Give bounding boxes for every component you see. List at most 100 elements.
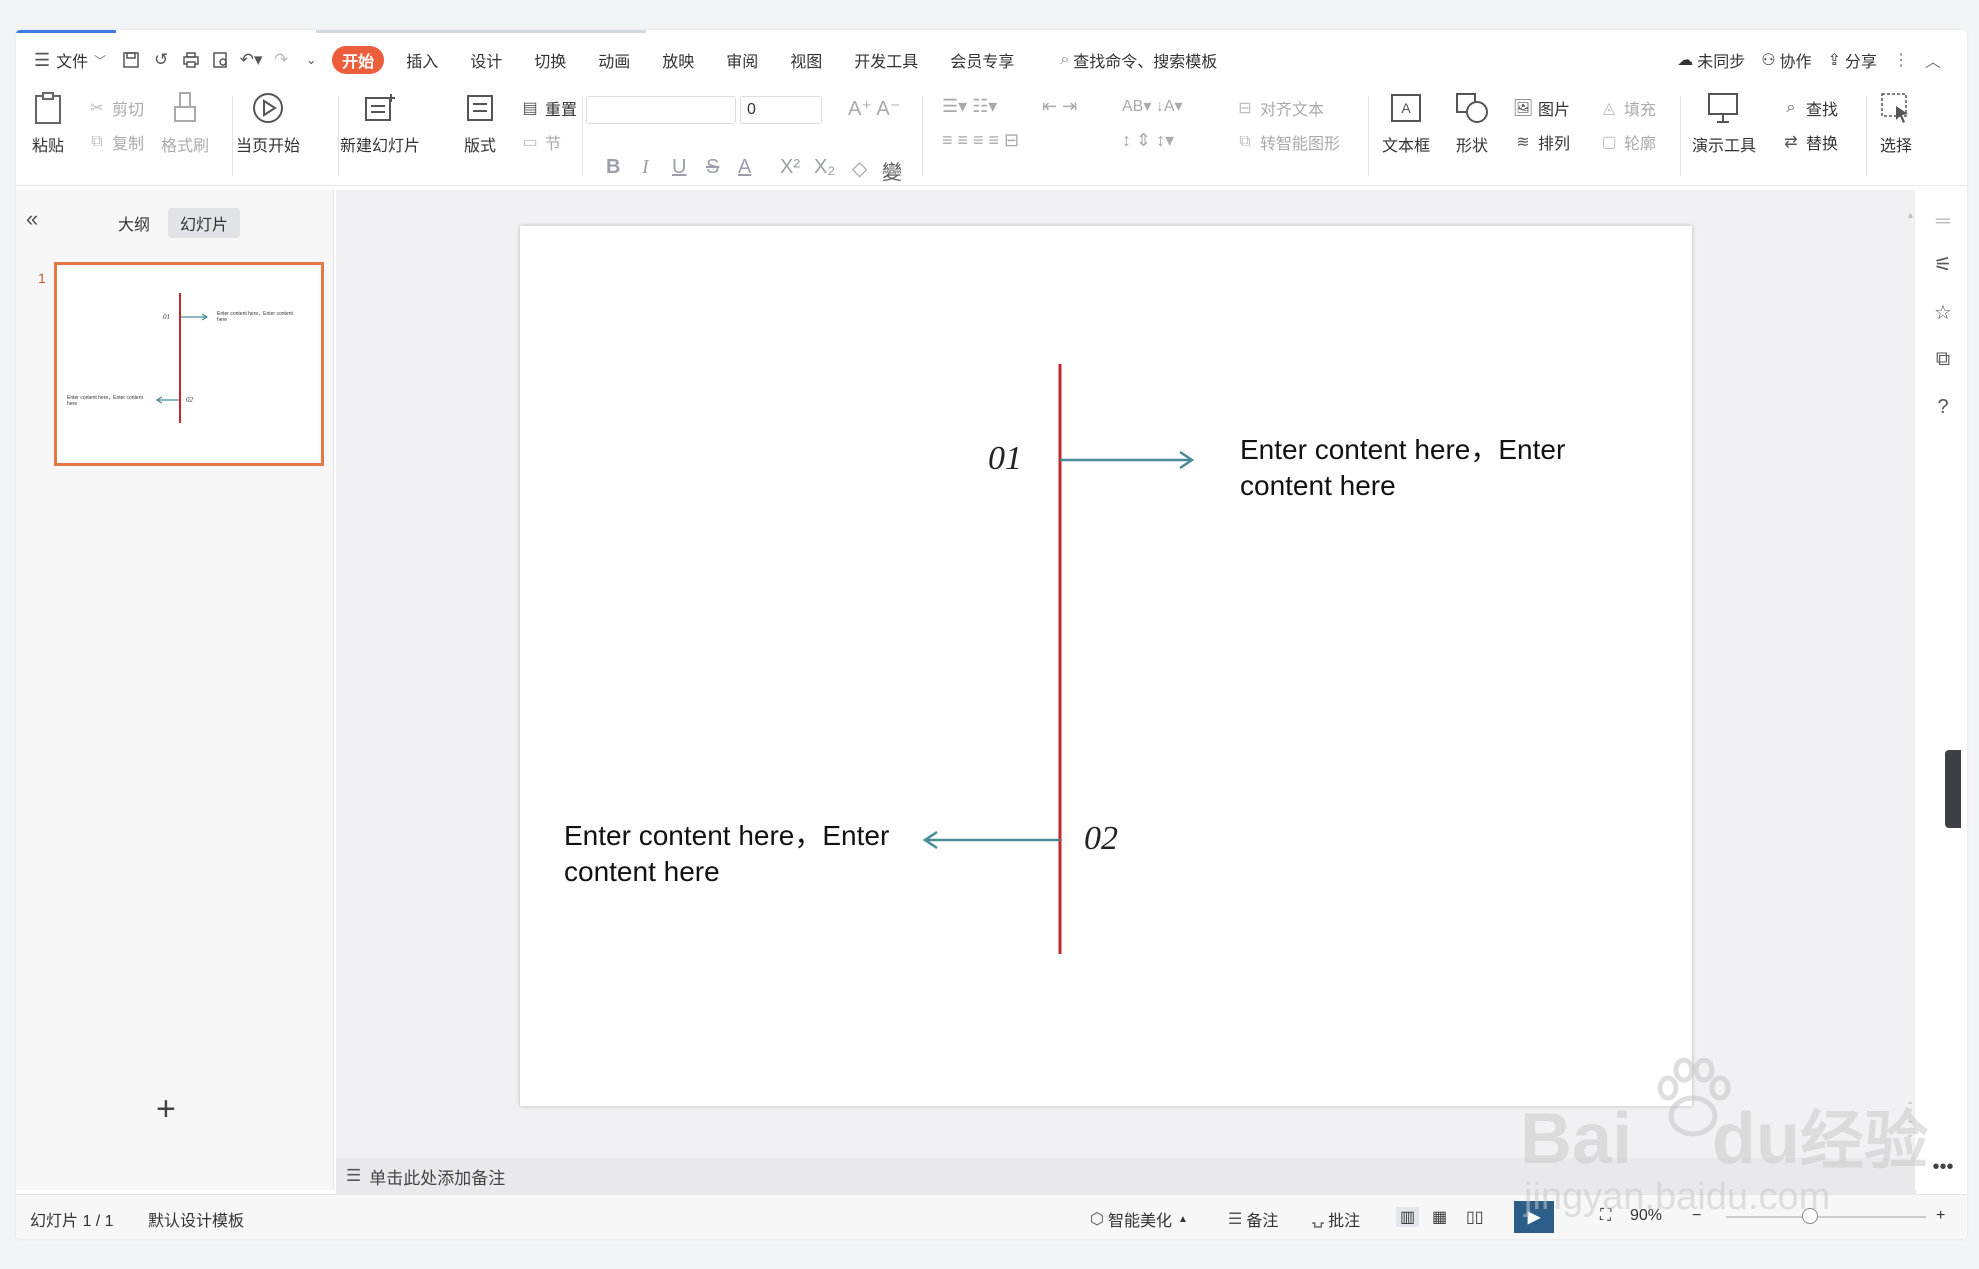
font-color-icon[interactable]: A bbox=[738, 156, 751, 179]
subscript-icon[interactable]: X₂ bbox=[814, 156, 835, 179]
tab-animations[interactable]: 动画 bbox=[588, 46, 640, 74]
slide-thumbnail[interactable]: 01 02 Enter content here，Enter content h… bbox=[54, 262, 324, 466]
layout-button[interactable]: 版式 bbox=[462, 90, 498, 156]
replace-button[interactable]: ⇄ 替换 bbox=[1780, 130, 1838, 154]
content-text-1[interactable]: Enter content here，Enter content here bbox=[1240, 432, 1565, 504]
print-preview-icon[interactable] bbox=[206, 46, 236, 74]
tab-member[interactable]: 会员专享 bbox=[940, 46, 1024, 74]
underline-icon[interactable]: U bbox=[672, 156, 686, 179]
font-size-select[interactable]: 0 bbox=[740, 96, 822, 124]
help-icon[interactable]: ? bbox=[1931, 396, 1955, 420]
comment-icon: ⍽ bbox=[1312, 1211, 1325, 1228]
tab-developer[interactable]: 开发工具 bbox=[844, 46, 928, 74]
template-name[interactable]: 默认设计模板 bbox=[148, 1207, 244, 1231]
sync-status-button[interactable]: ☁ 未同步 bbox=[1669, 46, 1753, 74]
content-text-2[interactable]: Enter content here，Enter content here bbox=[564, 818, 889, 890]
tab-slides[interactable]: 幻灯片 bbox=[168, 208, 241, 238]
search-icon: ⌕ bbox=[1060, 51, 1070, 68]
strikethrough-icon[interactable]: S bbox=[706, 156, 719, 179]
grid-view-icon[interactable]: ▦ bbox=[1432, 1207, 1447, 1227]
layers-icon: ≋ bbox=[1516, 134, 1530, 151]
slide-graphics bbox=[922, 364, 1195, 954]
slide[interactable]: 01 02 Enter content here，Enter content h… bbox=[520, 226, 1692, 1106]
scroll-up-icon[interactable]: ▴ bbox=[1908, 210, 1913, 221]
tab-view[interactable]: 视图 bbox=[780, 46, 832, 74]
tab-insert[interactable]: 插入 bbox=[396, 46, 448, 74]
comment-toggle[interactable]: ⍽ 批注 bbox=[1312, 1207, 1360, 1231]
undo-icon[interactable]: ↶▾ bbox=[236, 46, 266, 74]
find-button[interactable]: ⌕ 查找 bbox=[1780, 96, 1839, 120]
collapse-ribbon-icon[interactable]: ︿ bbox=[1917, 46, 1949, 74]
shape-button[interactable]: 形状 bbox=[1454, 90, 1490, 156]
zoom-in-icon[interactable]: + bbox=[1936, 1207, 1945, 1225]
command-search[interactable]: ⌕ 查找命令、搜索模板 bbox=[1050, 46, 1227, 74]
normal-view-icon[interactable]: ▥ bbox=[1396, 1207, 1420, 1227]
smart-shape-button[interactable]: ⧉ 转智能图形 bbox=[1234, 130, 1340, 154]
tab-outline[interactable]: 大纲 bbox=[106, 208, 162, 238]
smart-beautify-button[interactable]: ⬡ 智能美化 ▲ bbox=[1090, 1207, 1188, 1231]
phonetic-icon[interactable]: 變 bbox=[882, 156, 902, 185]
paste-button[interactable]: 粘贴 bbox=[30, 90, 66, 156]
thumb-num1: 01 bbox=[163, 313, 170, 321]
superscript-icon[interactable]: X² bbox=[780, 156, 800, 179]
customize-icon[interactable]: ⌄ bbox=[296, 46, 326, 74]
milestone-number-1[interactable]: 01 bbox=[988, 440, 1022, 478]
presentation-tools-button[interactable]: 演示工具 bbox=[1692, 90, 1756, 156]
tab-home[interactable]: 开始 bbox=[332, 46, 385, 74]
outline-icon: ▢ bbox=[1601, 134, 1617, 151]
grow-font-icon[interactable]: A⁺ A⁻ bbox=[848, 96, 900, 121]
clear-format-icon[interactable]: ◇ bbox=[852, 156, 867, 181]
play-icon bbox=[250, 90, 286, 126]
star-icon[interactable]: ☆ bbox=[1931, 300, 1955, 324]
italic-icon[interactable]: I bbox=[642, 156, 649, 179]
print-icon[interactable] bbox=[176, 46, 206, 74]
cut-button[interactable]: ✂ 剪切 bbox=[86, 96, 144, 120]
fill-button[interactable]: ◬ 填充 bbox=[1598, 96, 1656, 120]
textbox-button[interactable]: A 文本框 bbox=[1382, 90, 1430, 156]
tab-slideshow[interactable]: 放映 bbox=[652, 46, 704, 74]
more-menu-icon[interactable]: ⋮ bbox=[1885, 46, 1917, 74]
side-widget[interactable] bbox=[1945, 750, 1961, 828]
share-button[interactable]: ⇪ 分享 bbox=[1820, 46, 1885, 74]
more-options-icon[interactable]: ••• bbox=[1931, 1156, 1955, 1180]
collaborate-button[interactable]: ⚇ 协作 bbox=[1753, 46, 1819, 74]
select-button[interactable]: 选择 bbox=[1878, 90, 1914, 156]
copy-button[interactable]: ⧉ 复制 bbox=[86, 130, 144, 154]
add-slide-icon[interactable]: + bbox=[156, 1090, 176, 1129]
indent-icon[interactable]: ⇤ ⇥ bbox=[1042, 96, 1077, 117]
reading-view-icon[interactable]: ▯▯ bbox=[1466, 1207, 1484, 1227]
tab-review[interactable]: 审阅 bbox=[716, 46, 768, 74]
arrange-button[interactable]: ≋ 排列 bbox=[1512, 130, 1570, 154]
bullets-icon[interactable]: ☰▾ ☷▾ bbox=[942, 96, 997, 117]
play-from-current-button[interactable]: 当页开始 bbox=[236, 90, 300, 156]
format-painter-button[interactable]: 格式刷 bbox=[161, 90, 209, 156]
new-slide-button[interactable]: 新建幻灯片 bbox=[340, 90, 420, 156]
tab-design[interactable]: 设计 bbox=[460, 46, 512, 74]
transition-icon[interactable]: ⧉ bbox=[1931, 348, 1955, 372]
ribbon-divider bbox=[922, 96, 923, 176]
drag-handle-icon[interactable]: ═ bbox=[1931, 210, 1955, 234]
align-text-label: 对齐文本 bbox=[1260, 102, 1325, 119]
outline-button[interactable]: ▢ 轮廓 bbox=[1598, 130, 1656, 154]
layout-label: 版式 bbox=[463, 138, 496, 155]
line-spacing-icon[interactable]: ↕ ⇕ ↕▾ bbox=[1122, 130, 1174, 151]
watermark-bai: Bai bbox=[1520, 1099, 1633, 1179]
tab-transitions[interactable]: 切换 bbox=[524, 46, 576, 74]
milestone-number-2[interactable]: 02 bbox=[1084, 820, 1118, 858]
align-icons[interactable]: ≡ ≡ ≡ ≡ ⊟ bbox=[942, 130, 1019, 151]
present-tools-label: 演示工具 bbox=[1692, 138, 1757, 155]
text-direction-icon[interactable]: AB▾ ↓A▾ bbox=[1122, 96, 1183, 116]
picture-button[interactable]: 🖼 图片 bbox=[1512, 96, 1570, 120]
redo-icon[interactable]: ↷ bbox=[266, 46, 296, 74]
font-family-select[interactable] bbox=[586, 96, 736, 124]
bold-icon[interactable]: B bbox=[606, 156, 620, 179]
save-icon[interactable] bbox=[116, 46, 146, 74]
export-icon[interactable]: ↺ bbox=[146, 46, 176, 74]
properties-icon[interactable]: ⚟ bbox=[1931, 252, 1955, 276]
collapse-panel-icon[interactable]: « bbox=[26, 206, 38, 232]
section-button[interactable]: ▭ 节 bbox=[519, 130, 561, 154]
file-menu[interactable]: ☰ 文件 ﹀ bbox=[16, 46, 116, 74]
align-text-button[interactable]: ⊟ 对齐文本 bbox=[1234, 96, 1324, 120]
notes-toggle[interactable]: ☰ 备注 bbox=[1228, 1207, 1278, 1231]
reset-button[interactable]: ▤ 重置 bbox=[519, 96, 577, 120]
